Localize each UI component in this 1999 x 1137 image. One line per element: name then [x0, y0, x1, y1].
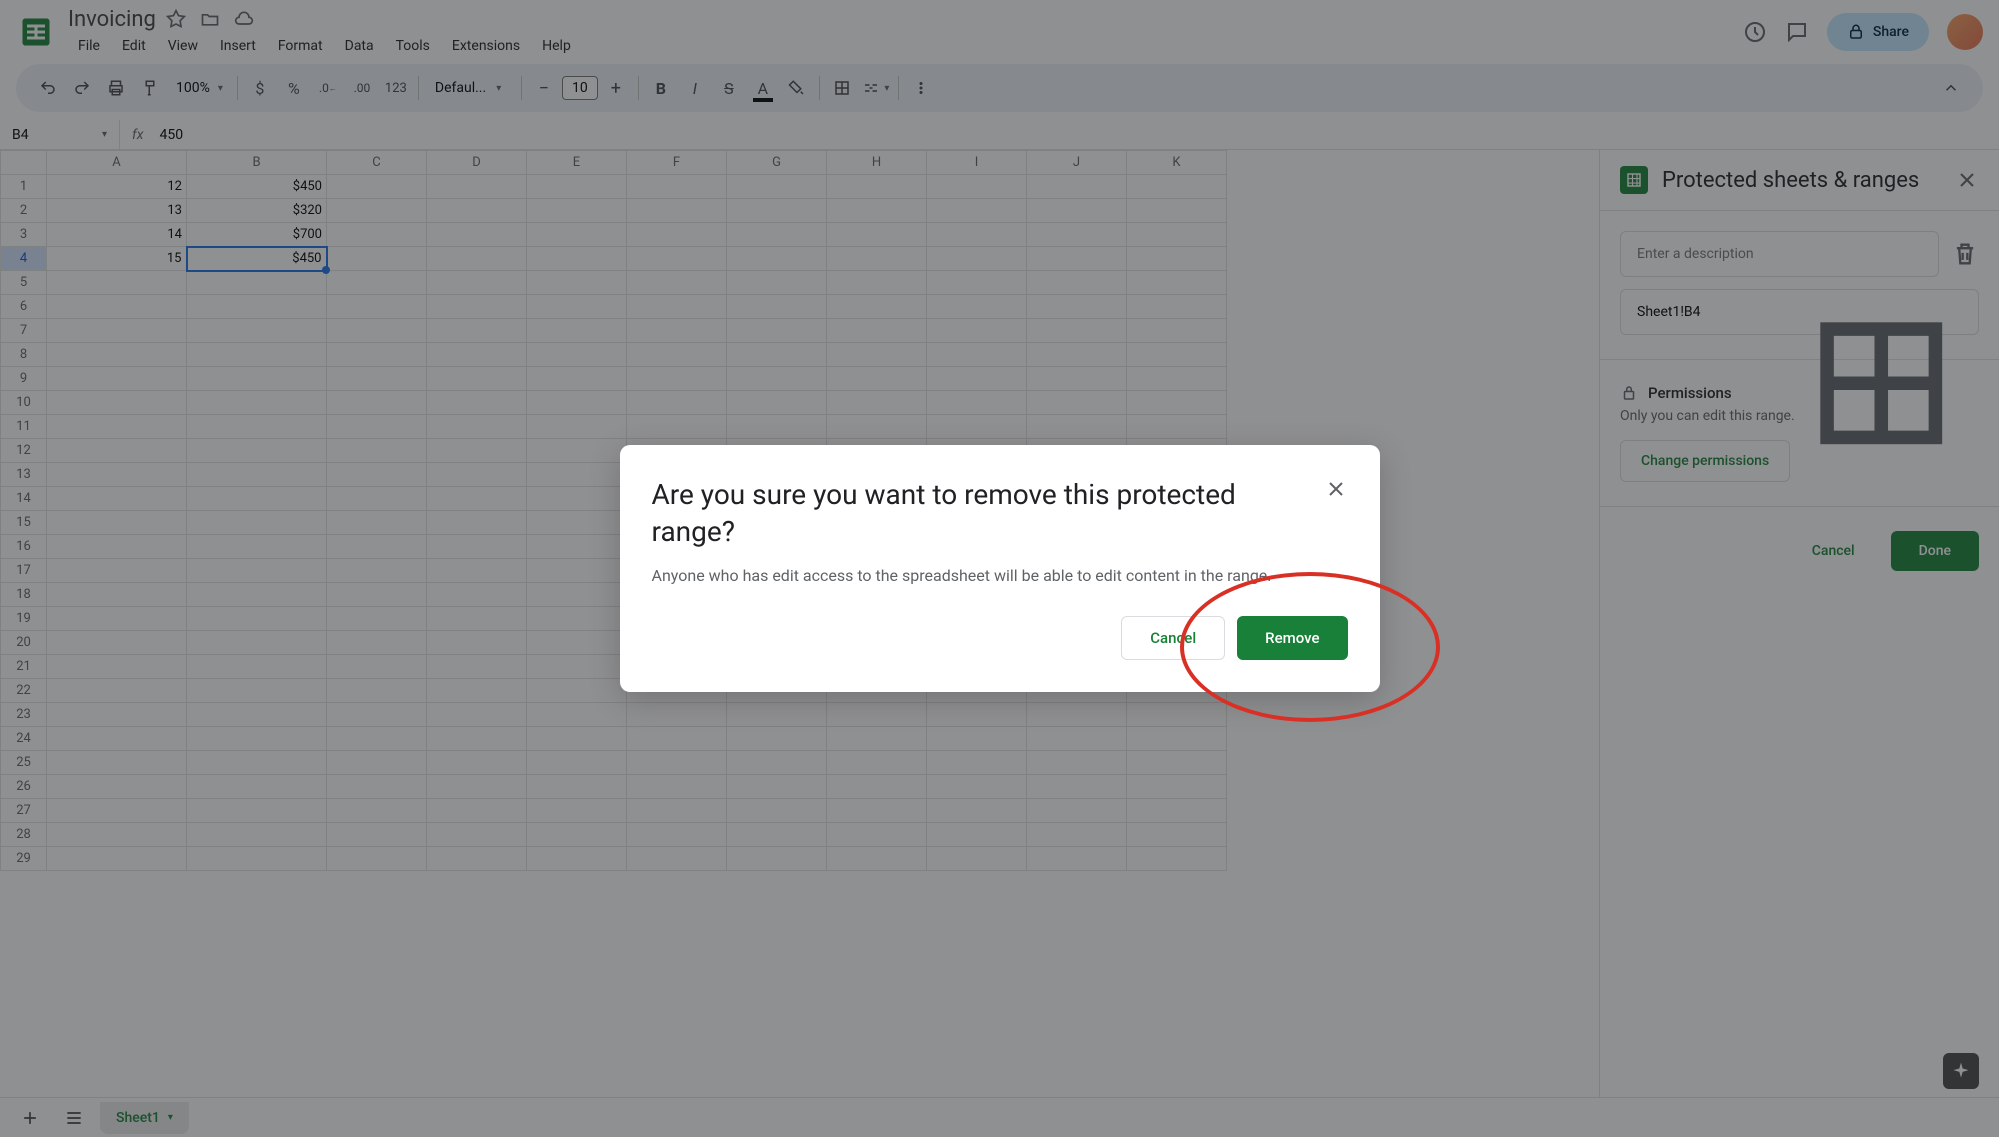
modal-text: Anyone who has edit access to the spread…: [652, 564, 1348, 588]
confirm-modal: Are you sure you want to remove this pro…: [620, 445, 1380, 692]
modal-remove-button[interactable]: Remove: [1237, 616, 1347, 660]
modal-cancel-button[interactable]: Cancel: [1121, 616, 1225, 660]
modal-title: Are you sure you want to remove this pro…: [652, 477, 1348, 550]
modal-actions: Cancel Remove: [652, 616, 1348, 660]
modal-close-button[interactable]: [1324, 477, 1348, 501]
modal-overlay: Are you sure you want to remove this pro…: [0, 0, 1999, 1137]
